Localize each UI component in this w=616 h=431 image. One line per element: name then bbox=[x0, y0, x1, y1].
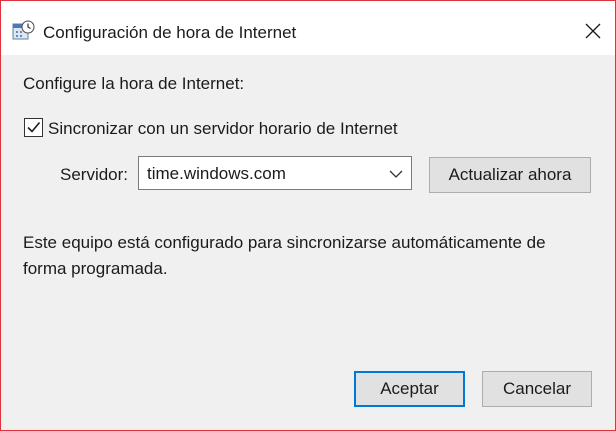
server-value: time.windows.com bbox=[147, 164, 286, 183]
close-button[interactable] bbox=[571, 13, 615, 53]
cancel-button[interactable]: Cancelar bbox=[482, 371, 592, 407]
sync-checkbox[interactable] bbox=[24, 118, 43, 137]
sync-checkbox-label[interactable]: Sincronizar con un servidor horario de I… bbox=[48, 119, 398, 139]
ok-label: Aceptar bbox=[380, 379, 439, 398]
update-now-button[interactable]: Actualizar ahora bbox=[429, 157, 591, 193]
internet-time-settings-dialog: Configuración de hora de Internet Config… bbox=[0, 0, 616, 431]
close-icon bbox=[585, 23, 601, 44]
sync-status-text: Este equipo está configurado para sincro… bbox=[23, 233, 546, 278]
update-now-label: Actualizar ahora bbox=[448, 165, 572, 184]
chevron-down-icon[interactable] bbox=[389, 167, 403, 179]
server-label: Servidor: bbox=[60, 165, 129, 184]
window-title: Configuración de hora de Internet bbox=[43, 23, 297, 42]
ok-button[interactable]: Aceptar bbox=[354, 371, 465, 407]
title-bar[interactable]: Configuración de hora de Internet bbox=[1, 1, 615, 55]
section-heading: Configure la hora de Internet: bbox=[23, 74, 245, 93]
clock-settings-icon bbox=[12, 20, 36, 44]
server-combobox[interactable]: time.windows.com bbox=[138, 156, 412, 190]
cancel-label: Cancelar bbox=[502, 379, 572, 398]
